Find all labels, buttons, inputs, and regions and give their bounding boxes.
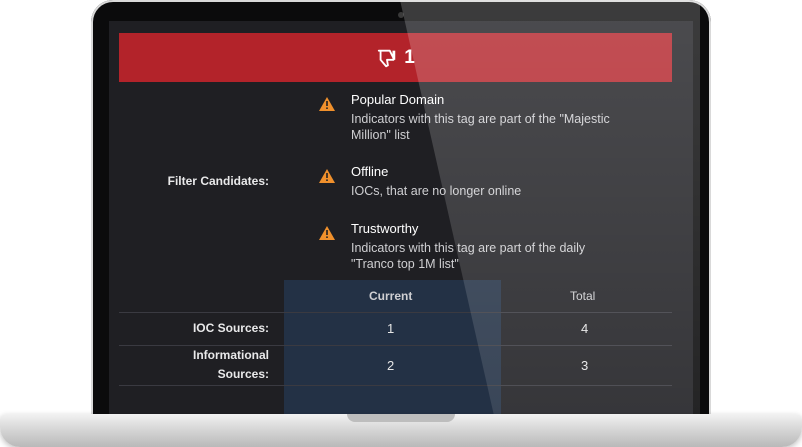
tag-description: Indicators with this tag are part of the… xyxy=(351,111,651,143)
tag-description-line: Million" list xyxy=(351,128,410,142)
table-divider xyxy=(119,385,672,386)
tag-description-line: IOCs, that are no longer online xyxy=(351,184,522,198)
filter-candidates-label: Filter Candidates: xyxy=(167,174,269,188)
row-label-text: Informational xyxy=(192,348,269,362)
tag-description-line: "Tranco top 1M list" xyxy=(351,257,459,271)
row-label-informational-sources: Informational Sources: xyxy=(149,346,269,384)
warning-icon xyxy=(319,97,335,111)
row-label-text: IOC Sources: xyxy=(192,321,269,335)
row-label-text: Sources: xyxy=(217,367,269,381)
tag-title: Popular Domain xyxy=(351,92,445,107)
tag-description-line: Indicators with this tag are part of the… xyxy=(351,112,610,126)
tag-description-line: Indicators with this tag are part of the… xyxy=(351,241,586,255)
table-divider xyxy=(119,312,672,313)
warning-icon xyxy=(319,226,335,240)
thumbs-down-icon[interactable] xyxy=(376,47,398,69)
cell-total: 4 xyxy=(581,321,589,336)
camera-dot xyxy=(398,12,404,18)
table-header-current: Current xyxy=(369,289,413,303)
screen: 1 Filter Candidates: Popular Domain Indi… xyxy=(109,21,693,415)
cell-current: 1 xyxy=(387,321,395,336)
tag-title: Trustworthy xyxy=(351,221,419,236)
row-label-ioc-sources: IOC Sources: xyxy=(149,319,269,338)
vote-banner: 1 xyxy=(119,33,672,82)
warning-icon xyxy=(319,169,335,183)
tag-title: Offline xyxy=(351,164,389,179)
tag-description: IOCs, that are no longer online xyxy=(351,183,651,199)
cell-current: 2 xyxy=(387,358,395,373)
vote-count: 1 xyxy=(404,46,415,68)
laptop-notch xyxy=(347,414,455,422)
cell-total: 3 xyxy=(581,358,589,373)
table-header-total: Total xyxy=(570,289,596,303)
tag-description: Indicators with this tag are part of the… xyxy=(351,240,651,272)
